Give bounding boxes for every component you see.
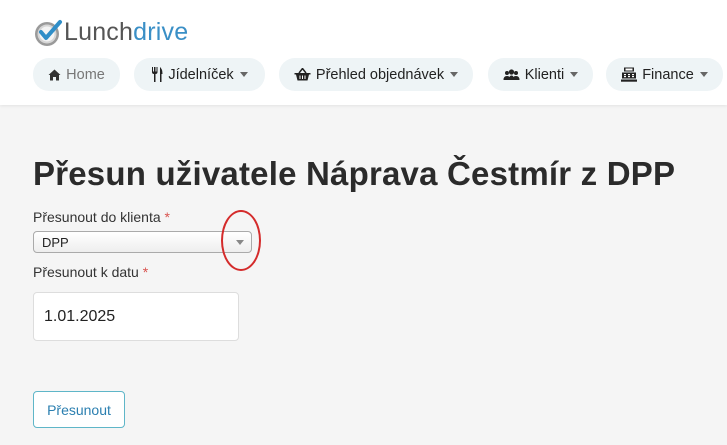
client-select-value: DPP — [42, 235, 69, 250]
nav-item-orders[interactable]: Přehled objednávek — [279, 58, 473, 91]
brand-name-part2: drive — [133, 17, 189, 46]
chevron-down-icon — [699, 72, 708, 77]
nav-item-label: Klienti — [524, 66, 565, 83]
chevron-down-icon — [570, 72, 579, 77]
users-icon — [503, 68, 520, 81]
nav-item-clients[interactable]: Klienti — [488, 58, 593, 91]
nav-item-label: Home — [66, 66, 105, 83]
chevron-down-icon — [239, 72, 248, 77]
brand-name-part1: Lunch — [64, 17, 134, 46]
required-marker: * — [142, 264, 149, 280]
date-input[interactable] — [33, 292, 239, 341]
nav-item-label: Jídelníček — [168, 66, 234, 83]
top-header: Lunchdrive Home Jídelníček Přehled objed… — [0, 0, 727, 105]
home-icon — [48, 69, 61, 81]
move-button[interactable]: Přesunout — [33, 391, 125, 428]
nav-item-home[interactable]: Home — [33, 58, 120, 91]
nav-item-finance[interactable]: Finance — [606, 58, 723, 91]
nav-item-menu[interactable]: Jídelníček — [134, 58, 265, 91]
client-select[interactable]: DPP — [33, 231, 252, 253]
basket-icon — [294, 68, 311, 81]
page-title: Přesun uživatele Náprava Čestmír z DPP — [33, 155, 676, 192]
chevron-down-icon[interactable] — [236, 240, 244, 245]
chevron-down-icon — [450, 72, 459, 77]
logo[interactable]: Lunchdrive — [33, 14, 188, 50]
required-marker: * — [164, 209, 170, 225]
brand-name: Lunchdrive — [64, 18, 188, 47]
date-field-label: Přesunout k datu * — [33, 264, 148, 280]
checkmark-logo-icon — [33, 17, 63, 47]
cash-register-icon — [621, 67, 638, 82]
utensils-icon — [151, 67, 163, 82]
client-field-label: Přesunout do klienta * — [33, 209, 170, 225]
client-label-text: Přesunout do klienta — [33, 209, 161, 225]
date-label-text: Přesunout k datu — [33, 264, 139, 280]
nav-item-label: Finance — [642, 66, 694, 83]
nav-item-label: Přehled objednávek — [315, 66, 445, 83]
